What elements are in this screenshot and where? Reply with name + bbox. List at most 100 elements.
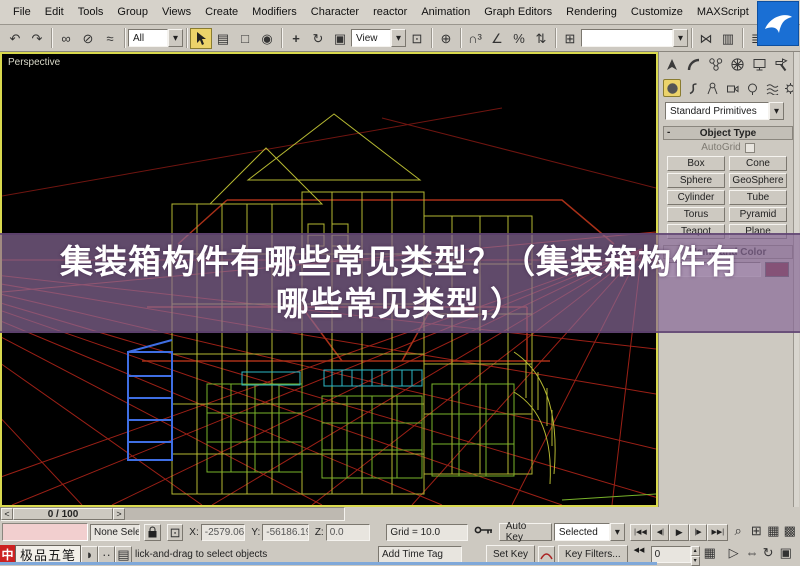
chevron-down-icon[interactable]: ▾ [391, 29, 406, 47]
menu-rendering[interactable]: Rendering [559, 3, 624, 21]
primitives-category-dropdown[interactable]: Standard Primitives ▾ [665, 102, 789, 120]
ime-language-icon[interactable]: 中 [0, 544, 15, 564]
menu-graph-editors[interactable]: Graph Editors [477, 3, 559, 21]
auto-key-button[interactable]: Auto Key [498, 521, 552, 543]
menu-maxscript[interactable]: MAXScript [690, 3, 756, 21]
unlink-icon[interactable]: ⊘ [77, 28, 99, 49]
pan-icon[interactable]: ⇔ [746, 546, 763, 563]
time-slider-track[interactable]: < 0 / 100 > [0, 507, 345, 521]
named-selection-sets-icon[interactable]: ⊞ [559, 28, 581, 49]
arc-rotate-icon[interactable]: ↻ [763, 546, 780, 563]
tab-hierarchy[interactable] [705, 54, 726, 74]
scale-icon[interactable]: ▣ [329, 28, 351, 49]
tab-create[interactable] [661, 54, 682, 74]
menu-group[interactable]: Group [110, 3, 155, 21]
use-pivot-center-icon[interactable]: ⊡ [406, 28, 428, 49]
menu-edit[interactable]: Edit [38, 3, 71, 21]
go-to-start-button[interactable]: |◀◀ [629, 523, 652, 541]
tab-display[interactable] [749, 54, 770, 74]
zoom-icon[interactable]: ⌕ [734, 524, 750, 541]
viewport-label[interactable]: Perspective [8, 57, 60, 68]
bird-app-icon[interactable] [757, 1, 799, 46]
next-frame-button[interactable]: |▶ [688, 523, 708, 541]
set-key-button[interactable]: Set Key [486, 545, 536, 563]
selection-lock-icon[interactable] [144, 523, 161, 541]
menu-animation[interactable]: Animation [414, 3, 477, 21]
reference-coordinate-dropdown[interactable]: View ▾ [351, 29, 406, 47]
move-icon[interactable]: + [285, 28, 307, 49]
maximize-viewport-icon[interactable]: ▣ [780, 546, 797, 563]
primitive-pyramid-button[interactable]: Pyramid [729, 207, 787, 222]
select-by-name-icon[interactable]: ▤ [212, 28, 234, 49]
time-slider-handle[interactable]: 0 / 100 [13, 508, 113, 520]
key-filters-button[interactable]: Key Filters... [558, 545, 628, 563]
menu-reactor[interactable]: reactor [366, 3, 414, 21]
frame-back-button[interactable]: < [1, 508, 13, 520]
angle-snap-icon[interactable]: ∠ [486, 28, 508, 49]
select-link-icon[interactable]: ∞ [55, 28, 77, 49]
redo-icon[interactable]: ↷ [26, 28, 48, 49]
set-key-icon[interactable] [474, 524, 495, 541]
menu-file[interactable]: File [6, 3, 38, 21]
ime-punctuation-icon[interactable]: ·· [98, 545, 116, 563]
primitive-tube-button[interactable]: Tube [729, 190, 787, 205]
primitive-geosphere-button[interactable]: GeoSphere [729, 173, 787, 188]
snap-toggle-3d-icon[interactable]: ∩³ [464, 28, 486, 49]
primitive-cone-button[interactable]: Cone [729, 156, 787, 171]
menu-customize[interactable]: Customize [624, 3, 690, 21]
menu-tools[interactable]: Tools [71, 3, 111, 21]
align-icon[interactable]: ▥ [717, 28, 739, 49]
play-button[interactable]: ▶ [669, 523, 689, 541]
category-geometry[interactable] [663, 79, 681, 97]
frame-spinner[interactable]: ▴ ▾ [690, 545, 700, 566]
category-lights[interactable] [703, 79, 721, 97]
menu-character[interactable]: Character [304, 3, 366, 21]
key-selection-dropdown[interactable]: Selected ▾ [553, 523, 625, 541]
tab-motion[interactable] [727, 54, 748, 74]
key-mode-toggle-icon[interactable]: ◀◀ [634, 546, 651, 563]
selection-filter-dropdown[interactable]: All ▾ [128, 29, 183, 47]
chevron-down-icon[interactable]: ▾ [769, 102, 784, 120]
rect-selection-region-icon[interactable]: □ [234, 28, 256, 49]
undo-icon[interactable]: ↶ [4, 28, 26, 49]
zoom-all-icon[interactable]: ⊞ [751, 524, 767, 541]
field-of-view-icon[interactable]: ▷ [729, 546, 746, 563]
maxscript-mini-listener[interactable] [2, 523, 88, 541]
category-shapes[interactable] [683, 79, 701, 97]
previous-frame-button[interactable]: ◀| [651, 523, 670, 541]
select-object-button[interactable] [190, 27, 212, 49]
spin-down-icon[interactable]: ▾ [690, 555, 700, 566]
autogrid-checkbox[interactable] [744, 142, 755, 153]
x-coordinate-field[interactable]: -2579.063 [200, 523, 246, 541]
spinner-snap-icon[interactable]: ⇅ [530, 28, 552, 49]
menu-modifiers[interactable]: Modifiers [245, 3, 304, 21]
zoom-extents-icon[interactable]: ▦ [767, 524, 783, 541]
chevron-down-icon[interactable]: ▾ [168, 29, 183, 47]
object-type-rollout-header[interactable]: - Object Type [663, 126, 793, 140]
chevron-down-icon[interactable]: ▾ [673, 29, 688, 47]
primitive-sphere-button[interactable]: Sphere [667, 173, 725, 188]
tab-utilities[interactable] [771, 54, 792, 74]
select-manipulate-icon[interactable]: ⊕ [435, 28, 457, 49]
circle-selection-region-icon[interactable]: ◉ [256, 28, 278, 49]
spin-up-icon[interactable]: ▴ [690, 545, 700, 556]
time-configuration-icon[interactable]: ▦ [704, 546, 721, 563]
tab-modify[interactable] [683, 54, 704, 74]
ime-fullwidth-icon[interactable]: ◗ [81, 545, 99, 563]
zoom-extents-all-icon[interactable]: ▩ [784, 524, 800, 541]
add-time-tag[interactable]: Add Time Tag [378, 545, 463, 563]
rotate-icon[interactable]: ↻ [307, 28, 329, 49]
chevron-down-icon[interactable]: ▾ [609, 523, 625, 541]
primitive-cylinder-button[interactable]: Cylinder [667, 190, 725, 205]
bind-spacewarp-icon[interactable]: ≈ [99, 28, 121, 49]
named-selection-dropdown[interactable]: ▾ [581, 29, 688, 47]
ime-name-box[interactable]: 极品五笔 [15, 544, 82, 564]
primitive-torus-button[interactable]: Torus [667, 207, 725, 222]
menu-views[interactable]: Views [155, 3, 198, 21]
percent-snap-icon[interactable]: % [508, 28, 530, 49]
frame-forward-button[interactable]: > [113, 508, 125, 520]
z-coordinate-field[interactable]: 0.0 [325, 523, 371, 541]
category-helpers[interactable] [743, 79, 761, 97]
category-cameras[interactable] [723, 79, 741, 97]
go-to-end-button[interactable]: ▶▶| [707, 523, 729, 541]
